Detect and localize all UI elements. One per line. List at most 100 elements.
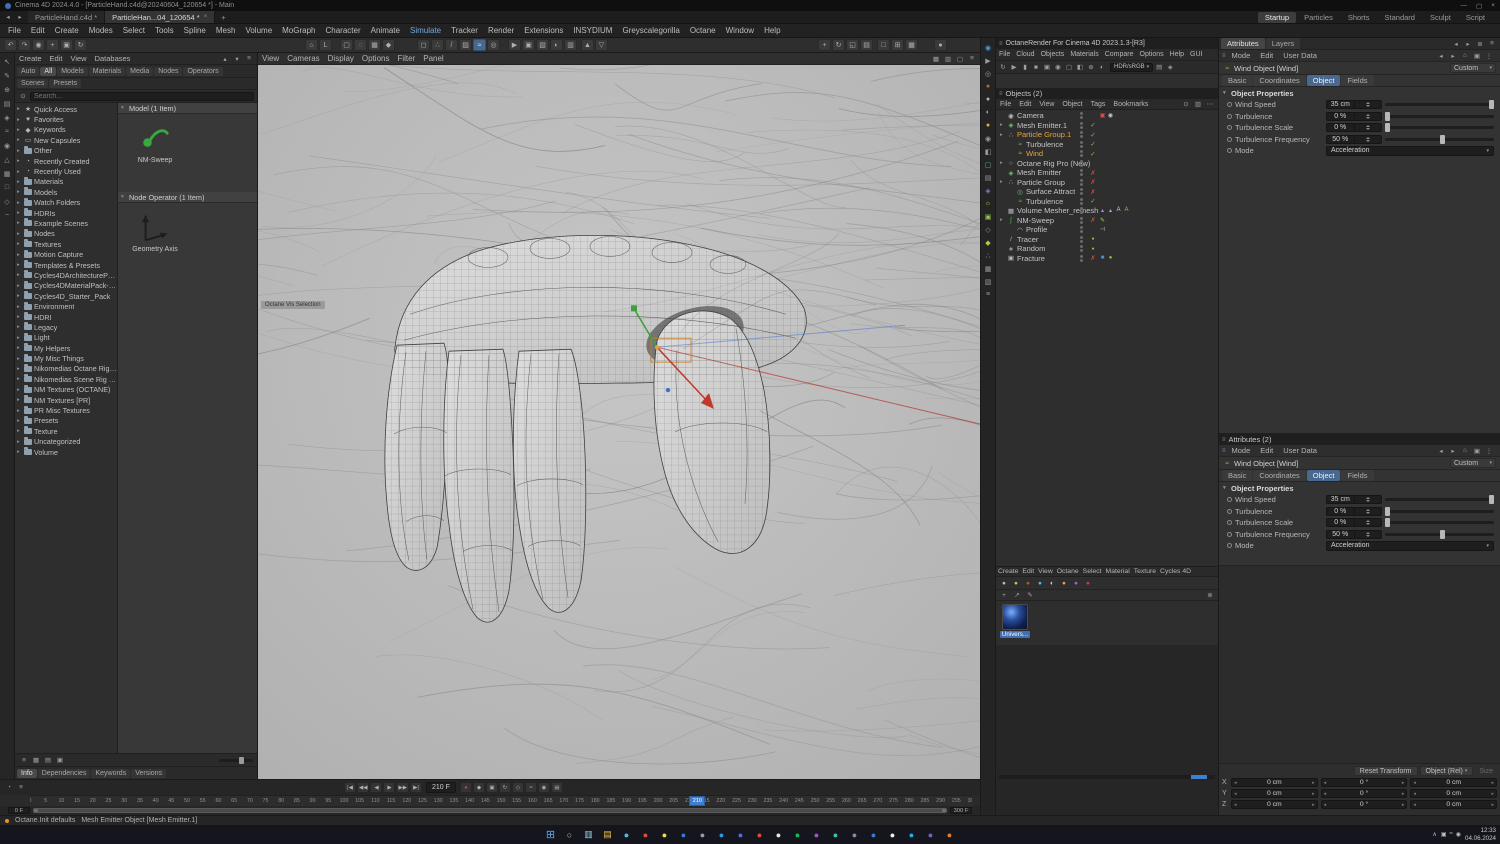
attr-back-icon[interactable]: ◂: [1451, 39, 1461, 49]
align-tag[interactable]: ⊣: [1099, 226, 1106, 233]
texture-environment-icon[interactable]: ▤: [983, 172, 994, 183]
menu-volume[interactable]: Volume: [240, 26, 277, 35]
menu-databases[interactable]: Databases: [91, 54, 135, 63]
octane-region-icon[interactable]: ▢: [1064, 62, 1074, 72]
app-icon-9[interactable]: ●: [772, 828, 785, 841]
app-icon-5[interactable]: ●: [696, 828, 709, 841]
section-tab-coordinates[interactable]: Coordinates: [1253, 470, 1306, 481]
menu-edit[interactable]: Edit: [1020, 568, 1036, 575]
expand-icon[interactable]: ▸: [17, 169, 22, 175]
visibility-dots[interactable]: [1080, 235, 1083, 243]
strip-zoom-icon[interactable]: ⊕: [2, 84, 13, 95]
workspace-startup[interactable]: Startup: [1257, 11, 1297, 23]
value-spinner[interactable]: [1353, 496, 1382, 504]
menu-view[interactable]: View: [1035, 101, 1058, 108]
dynamics-tag[interactable]: ●: [1107, 255, 1114, 261]
value-spinner[interactable]: [1353, 124, 1382, 132]
keyframe-circle[interactable]: [1227, 531, 1232, 537]
menu-texture[interactable]: Texture: [1132, 568, 1158, 575]
menu-edit[interactable]: Edit: [1256, 51, 1277, 60]
nav-up-icon[interactable]: ▴: [220, 54, 230, 64]
keyframe-circle[interactable]: [1227, 113, 1232, 119]
lasso-selection-icon[interactable]: ◌: [354, 39, 367, 51]
scale-field-z[interactable]: ◂ 0 cm ▸: [1410, 800, 1498, 809]
portal-material-icon[interactable]: ▢: [983, 159, 994, 170]
enable-state[interactable]: ✓: [1089, 150, 1097, 158]
timeline-ruler[interactable]: 0 5 10 15 20 25 30 35 40 45 50 55 60 65 70 75 80 85 90 95 10…: [30, 795, 972, 806]
expand-icon[interactable]: ▸: [17, 179, 22, 185]
rotation-field-z[interactable]: ◂ 0 ° ▸: [1320, 800, 1408, 809]
pan-view-icon[interactable]: +: [818, 39, 831, 51]
menu-select[interactable]: Select: [118, 26, 150, 35]
menu-edit[interactable]: Edit: [1015, 101, 1035, 108]
ies-light-icon[interactable]: ◆: [983, 237, 994, 248]
specular-material-icon[interactable]: ◐: [983, 107, 994, 118]
expand-icon[interactable]: ▸: [17, 283, 22, 289]
object-row[interactable]: ≈ Turbulence ✓: [996, 197, 1218, 207]
app-icon-6[interactable]: ●: [715, 828, 728, 841]
attr-nav-right-icon[interactable]: ▸: [1448, 51, 1458, 61]
model-mode-icon[interactable]: ◻: [417, 39, 430, 51]
asset-tab-auto[interactable]: Auto: [17, 66, 40, 76]
enable-state[interactable]: ✗: [1089, 169, 1097, 177]
prev-frame-button[interactable]: ◀: [370, 782, 383, 793]
asset-search-input[interactable]: [30, 91, 254, 101]
quad-view-icon[interactable]: ⊞: [891, 39, 904, 51]
menu-edit[interactable]: Edit: [46, 54, 67, 63]
spinner-left-icon[interactable]: ◂: [1324, 780, 1327, 786]
workspace-sculpt[interactable]: Sculpt: [1423, 12, 1458, 23]
model-panel-header[interactable]: ▾ Node Operator (1 Item): [118, 192, 257, 203]
menu-object[interactable]: Object: [1058, 101, 1086, 108]
app-icon-1[interactable]: ●: [620, 828, 633, 841]
tray-cloud-icon[interactable]: ▣: [1441, 831, 1447, 838]
mix-material-icon[interactable]: ◧: [983, 146, 994, 157]
section-tab-basic[interactable]: Basic: [1222, 75, 1253, 86]
menu-spline[interactable]: Spline: [179, 26, 211, 35]
visibility-dots[interactable]: [1080, 207, 1083, 215]
slider-handle[interactable]: [1385, 111, 1390, 121]
attr-lock-icon[interactable]: ▣: [1472, 446, 1482, 456]
section-tab-basic[interactable]: Basic: [1222, 470, 1253, 481]
strip-cube-icon[interactable]: □: [2, 182, 13, 193]
spinner-left-icon[interactable]: ◂: [1413, 780, 1416, 786]
object-row[interactable]: ∗ Random ●: [996, 244, 1218, 254]
mat-metal-icon[interactable]: ●: [1035, 578, 1045, 588]
viewport-grid-icon[interactable]: ▦: [931, 54, 941, 64]
octane-vdb-icon[interactable]: ▦: [983, 263, 994, 274]
attr-forward-icon[interactable]: ▸: [1463, 39, 1473, 49]
menu-select[interactable]: Select: [1081, 568, 1104, 575]
app-icon-16[interactable]: ●: [905, 828, 918, 841]
enable-state[interactable]: ●: [1089, 246, 1097, 252]
asset-tree-item[interactable]: ▸ NM Textures [PR]: [15, 395, 117, 405]
asset-tree-item[interactable]: ▸ Templates & Presets: [15, 260, 117, 270]
view-options-icon[interactable]: ▾: [232, 54, 242, 64]
asset-tab-materials[interactable]: Materials: [88, 66, 126, 76]
viewport-menu-icon[interactable]: ≡: [967, 54, 977, 64]
object-row[interactable]: ▣ Fracture ✗ ■ ●: [996, 254, 1218, 264]
visibility-dots[interactable]: [1080, 188, 1083, 196]
spinner-left-icon[interactable]: ◂: [1413, 791, 1416, 797]
visibility-dots[interactable]: [1080, 216, 1083, 224]
object-row[interactable]: ▸ ∴ Particle Group.1 ✓: [996, 130, 1218, 140]
attr-nav-left-icon[interactable]: ◂: [1436, 51, 1446, 61]
keyframe-circle[interactable]: [1227, 148, 1232, 154]
expand-icon[interactable]: ▸: [17, 376, 22, 382]
value-field[interactable]: 50 %: [1326, 529, 1382, 539]
mat-hair-icon[interactable]: ●: [1083, 578, 1093, 588]
menu-options[interactable]: Options: [1137, 51, 1167, 58]
display-tag[interactable]: ◉: [1107, 112, 1114, 119]
menu-file[interactable]: File: [996, 51, 1013, 58]
section-tab-object[interactable]: Object: [1306, 75, 1341, 86]
menu-extensions[interactable]: Extensions: [519, 26, 568, 35]
enable-state[interactable]: ✓: [1089, 131, 1097, 139]
expand-icon[interactable]: ▸: [17, 408, 22, 414]
scale-tool-icon[interactable]: ▣: [60, 39, 73, 51]
app-icon-7[interactable]: ●: [734, 828, 747, 841]
asset-subtab-presets[interactable]: Presets: [49, 79, 82, 88]
bottom-tab-info[interactable]: Info: [17, 768, 37, 778]
thumbnail-size-slider[interactable]: [219, 756, 253, 764]
expand-icon[interactable]: ▸: [17, 220, 22, 226]
expand-icon[interactable]: ▸: [17, 231, 22, 237]
spinner-right-icon[interactable]: ▸: [1492, 802, 1495, 808]
viewport[interactable]: View Cameras Display Options Filter Panel ▦ ▥ ▢…: [258, 53, 980, 779]
